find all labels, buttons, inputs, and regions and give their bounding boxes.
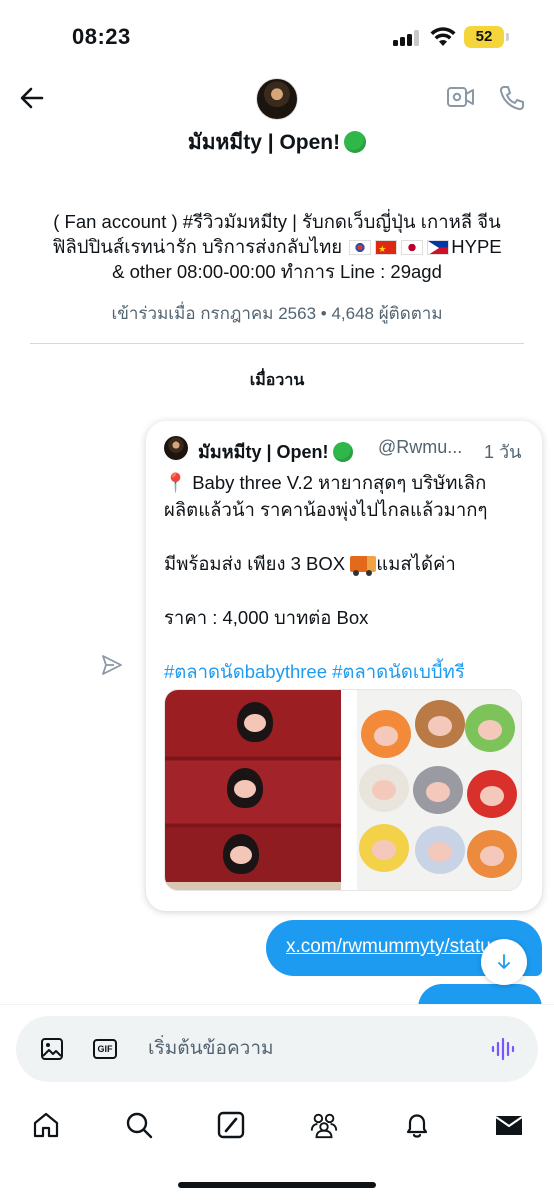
avatar[interactable] [256, 78, 298, 120]
japan-flag-icon [401, 240, 424, 255]
tweet-paragraph-1: 📍 Baby three V.2 หายากสุดๆ บริษัทเลิก ผล… [164, 469, 534, 523]
communities-icon[interactable] [309, 1110, 339, 1140]
message-input[interactable] [148, 1035, 468, 1063]
tweet-media[interactable] [164, 689, 522, 891]
notifications-icon[interactable] [402, 1110, 432, 1140]
shared-tweet-card[interactable]: มัมหมีty | Open! @Rwmu... 1 วัน 📍 Baby t… [146, 421, 542, 911]
plush-toy [361, 710, 411, 758]
pin-icon: 📍 [164, 472, 188, 493]
tweet-line-2: ผลิตแล้วน้า ราคาน้องพุ่งไปไกลแล้วมากๆ [164, 499, 488, 520]
plush-toy [415, 700, 465, 748]
plush-toy [467, 770, 517, 818]
grok-icon[interactable] [216, 1110, 246, 1140]
green-circle-emoji [332, 442, 353, 462]
tweet-timestamp: 1 วัน [484, 442, 522, 462]
message-composer: GIF [16, 1016, 538, 1082]
tweet-line-3a: มีพร้อมส่ง เพียง 3 BOX [164, 553, 346, 574]
plush-toy [359, 824, 409, 872]
philippines-flag-icon [427, 240, 450, 255]
search-icon[interactable] [124, 1110, 154, 1140]
bio-line-2-end: HYPE [451, 236, 502, 257]
bio-line-1: ( Fan account ) #รีวิวมัมหมีty | รับกดเว… [53, 211, 501, 232]
status-time: 08:23 [72, 24, 131, 49]
back-arrow-icon[interactable] [18, 84, 46, 112]
messages-icon[interactable] [494, 1110, 524, 1140]
tweet-line-1: Baby three V.2 หายากสุดๆ บริษัทเลิก [192, 472, 487, 493]
image-icon[interactable] [40, 1037, 64, 1061]
battery-indicator: 52 [464, 26, 504, 48]
tweet-image-plushies[interactable] [357, 690, 521, 890]
arrow-down-icon [498, 954, 510, 969]
tweet-author: มัมหมีty | Open! [198, 437, 353, 466]
battery-cap [506, 33, 509, 41]
box-character [223, 834, 259, 874]
divider [30, 343, 524, 344]
plush-toy [415, 826, 465, 874]
tweet-text: 📍 Baby three V.2 หายากสุดๆ บริษัทเลิก ผล… [164, 469, 534, 712]
profile-bio: ( Fan account ) #รีวิวมัมหมีty | รับกดเว… [20, 209, 534, 284]
tweet-hashtags[interactable]: #ตลาดนัดbabythree #ตลาดนัดเบบี้ทรี [164, 658, 534, 685]
tweet-line-3b: แมสได้ค่า [376, 553, 456, 574]
tweet-handle: @Rwmu... [378, 437, 463, 457]
china-flag-icon [375, 237, 398, 262]
date-separator: เมื่อวาน [249, 372, 305, 389]
plush-toy [359, 764, 409, 812]
tweet-avatar [164, 436, 188, 460]
tweet-image-boxes[interactable] [165, 690, 341, 890]
box-character [227, 768, 263, 808]
tweet-price: ราคา : 4,000 บาทต่อ Box [164, 607, 369, 628]
tweet-header: มัมหมีty | Open! @Rwmu... 1 วัน [164, 435, 534, 462]
box-character [237, 702, 273, 742]
korea-flag-icon [349, 240, 372, 255]
gif-icon[interactable]: GIF [93, 1039, 117, 1059]
tweet-author-name: มัมหมีty | Open! [198, 442, 329, 462]
tweet-paragraph-2: มีพร้อมส่ง เพียง 3 BOX แมสได้ค่า [164, 550, 534, 577]
share-icon[interactable] [100, 654, 124, 676]
scroll-to-bottom-button[interactable] [481, 939, 527, 985]
green-circle-emoji [344, 131, 367, 153]
signal-icon [393, 30, 421, 46]
joined-info: เข้าร่วมเมื่อ กรกฎาคม 2563 • 4,648 ผู้ติ… [111, 304, 443, 323]
plush-toy [413, 766, 463, 814]
home-indicator [178, 1182, 376, 1188]
video-call-icon[interactable] [446, 84, 476, 110]
plush-toy [465, 704, 515, 752]
plush-toy [467, 830, 517, 878]
phone-call-icon[interactable] [498, 84, 526, 112]
bio-line-3: & other 08:00-00:00 ทำการ Line : 29agd [112, 261, 442, 282]
home-icon[interactable] [31, 1110, 61, 1140]
bio-line-2-text: ฟิลิปปินส์เรทน่ารัก บริการส่งกลับไทย [52, 236, 343, 257]
status-bar: 08:23 52 [0, 0, 554, 76]
truck-icon [350, 556, 377, 576]
voice-message-icon[interactable] [490, 1036, 516, 1062]
conversation-title[interactable]: มัมหมีty | Open! [0, 126, 554, 159]
link-message-text[interactable]: x.com/rwmummyty/status [286, 936, 500, 958]
title-text: มัมหมีty | Open! [187, 131, 341, 154]
bio-line-2: ฟิลิปปินส์เรทน่ารัก บริการส่งกลับไทย HYP… [20, 234, 534, 262]
wifi-icon [430, 27, 456, 46]
